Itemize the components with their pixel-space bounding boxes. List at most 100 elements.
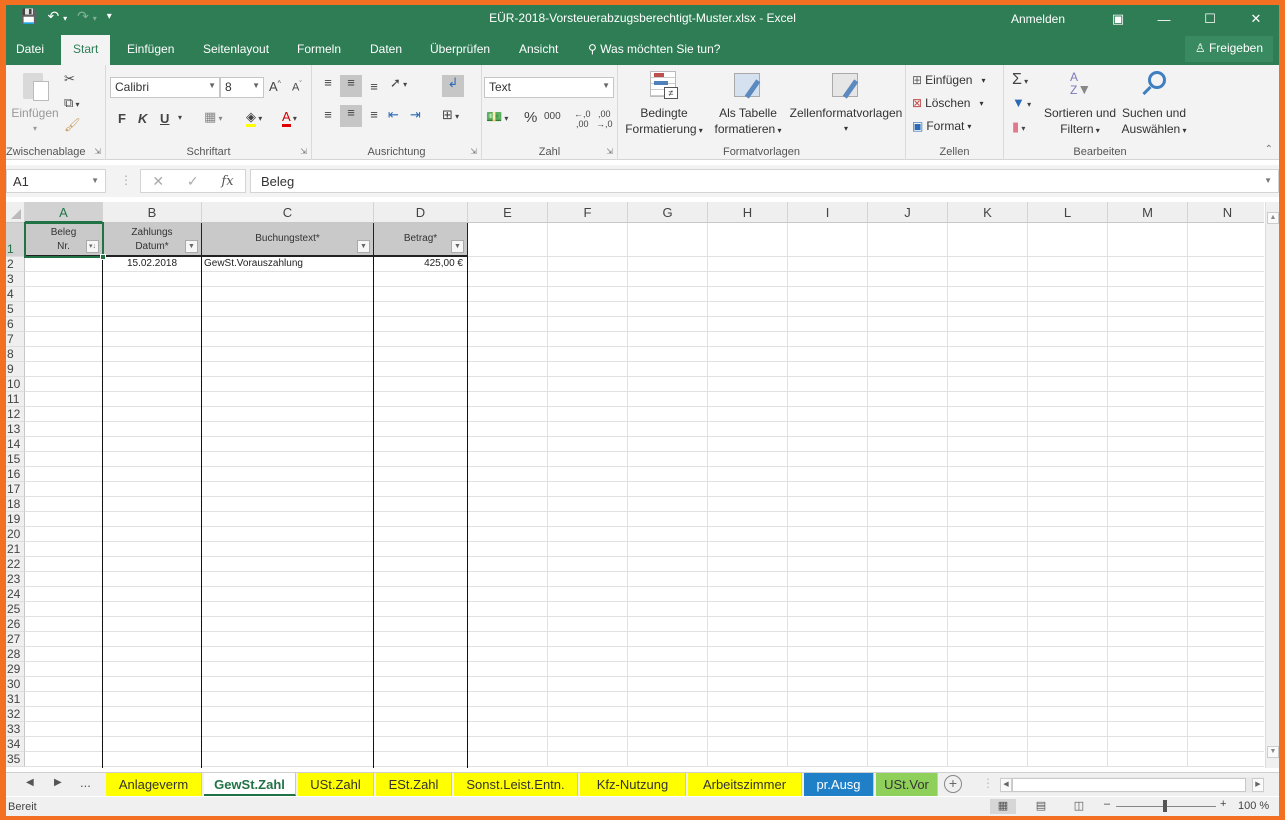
cell-f5[interactable]: [548, 302, 628, 317]
cell-d3[interactable]: [374, 272, 468, 287]
cell-g26[interactable]: [628, 617, 708, 632]
cell-f2[interactable]: [548, 257, 628, 272]
conditional-formatting-button[interactable]: ≠ Bedingte Formatierung ▾: [622, 71, 706, 139]
cell-i33[interactable]: [788, 722, 868, 737]
cell-f22[interactable]: [548, 557, 628, 572]
cell-m7[interactable]: [1108, 332, 1188, 347]
cell-l32[interactable]: [1028, 707, 1108, 722]
next-sheet-icon[interactable]: ▶: [54, 777, 62, 788]
cell-k10[interactable]: [948, 377, 1028, 392]
cell-b19[interactable]: [103, 512, 202, 527]
shrink-font-icon[interactable]: Aˇ: [292, 81, 302, 94]
align-right-icon[interactable]: ≡: [364, 107, 384, 122]
page-break-view-icon[interactable]: ◫: [1066, 799, 1092, 814]
cell-i3[interactable]: [788, 272, 868, 287]
cell-k27[interactable]: [948, 632, 1028, 647]
cell-d17[interactable]: [374, 482, 468, 497]
cell-d6[interactable]: [374, 317, 468, 332]
cell-i7[interactable]: [788, 332, 868, 347]
ribbon-display-options-icon[interactable]: ▣: [1095, 11, 1141, 27]
cell-f19[interactable]: [548, 512, 628, 527]
cut-icon[interactable]: ✂: [64, 71, 75, 87]
tab-ueberpruefen[interactable]: Überprüfen: [430, 42, 490, 56]
row-header-8[interactable]: 8: [6, 347, 25, 362]
cell-e19[interactable]: [468, 512, 548, 527]
minimize-icon[interactable]: —: [1141, 12, 1187, 27]
cell-b8[interactable]: [103, 347, 202, 362]
cell-j26[interactable]: [868, 617, 948, 632]
cell-n27[interactable]: [1188, 632, 1264, 647]
column-header-c[interactable]: C: [202, 202, 374, 223]
cell-k19[interactable]: [948, 512, 1028, 527]
cell-d8[interactable]: [374, 347, 468, 362]
cell-l1[interactable]: [1028, 223, 1108, 257]
cell-g8[interactable]: [628, 347, 708, 362]
prev-sheet-icon[interactable]: ◀: [26, 777, 34, 788]
cell-e27[interactable]: [468, 632, 548, 647]
cell-f33[interactable]: [548, 722, 628, 737]
cell-k13[interactable]: [948, 422, 1028, 437]
cell-n31[interactable]: [1188, 692, 1264, 707]
cell-k34[interactable]: [948, 737, 1028, 752]
cell-e33[interactable]: [468, 722, 548, 737]
cell-j14[interactable]: [868, 437, 948, 452]
cell-a31[interactable]: [25, 692, 103, 707]
cell-a22[interactable]: [25, 557, 103, 572]
cell-a21[interactable]: [25, 542, 103, 557]
cell-n12[interactable]: [1188, 407, 1264, 422]
row-header-26[interactable]: 26: [6, 617, 25, 632]
find-select-button[interactable]: Suchen und Auswählen ▾: [1118, 71, 1190, 139]
cell-h16[interactable]: [708, 467, 788, 482]
cell-k33[interactable]: [948, 722, 1028, 737]
cell-f16[interactable]: [548, 467, 628, 482]
number-format-combo[interactable]: Text ▼: [484, 77, 614, 98]
cell-j30[interactable]: [868, 677, 948, 692]
cell-m11[interactable]: [1108, 392, 1188, 407]
align-center-icon[interactable]: ≡: [340, 105, 362, 127]
cell-f1[interactable]: [548, 223, 628, 257]
cell-h7[interactable]: [708, 332, 788, 347]
cell-c16[interactable]: [202, 467, 374, 482]
clear-icon[interactable]: ▮ ▾: [1012, 119, 1025, 135]
cell-h3[interactable]: [708, 272, 788, 287]
cell-e31[interactable]: [468, 692, 548, 707]
cell-d16[interactable]: [374, 467, 468, 482]
insert-cells-button[interactable]: ⊞ Einfügen ▾: [912, 73, 985, 87]
cell-f6[interactable]: [548, 317, 628, 332]
cell-i9[interactable]: [788, 362, 868, 377]
cell-m12[interactable]: [1108, 407, 1188, 422]
cell-g16[interactable]: [628, 467, 708, 482]
cell-m5[interactable]: [1108, 302, 1188, 317]
zoom-level[interactable]: 100 %: [1238, 800, 1269, 812]
cell-j19[interactable]: [868, 512, 948, 527]
cell-j21[interactable]: [868, 542, 948, 557]
cell-a20[interactable]: [25, 527, 103, 542]
cell-d7[interactable]: [374, 332, 468, 347]
row-header-22[interactable]: 22: [6, 557, 25, 572]
row-header-4[interactable]: 4: [6, 287, 25, 302]
cell-a17[interactable]: [25, 482, 103, 497]
scroll-down-icon[interactable]: ▼: [1267, 746, 1279, 758]
cell-c11[interactable]: [202, 392, 374, 407]
italic-button[interactable]: K: [138, 111, 147, 126]
cell-c23[interactable]: [202, 572, 374, 587]
cell-f18[interactable]: [548, 497, 628, 512]
cell-e35[interactable]: [468, 752, 548, 767]
cell-n22[interactable]: [1188, 557, 1264, 572]
cell-j1[interactable]: [868, 223, 948, 257]
cell-n26[interactable]: [1188, 617, 1264, 632]
cell-g25[interactable]: [628, 602, 708, 617]
cell-b20[interactable]: [103, 527, 202, 542]
cell-b21[interactable]: [103, 542, 202, 557]
cell-k6[interactable]: [948, 317, 1028, 332]
cell-a14[interactable]: [25, 437, 103, 452]
cell-d18[interactable]: [374, 497, 468, 512]
cell-n19[interactable]: [1188, 512, 1264, 527]
cell-e21[interactable]: [468, 542, 548, 557]
cell-h33[interactable]: [708, 722, 788, 737]
zoom-slider-thumb[interactable]: [1163, 800, 1167, 812]
cell-d14[interactable]: [374, 437, 468, 452]
cell-l25[interactable]: [1028, 602, 1108, 617]
table-header-b[interactable]: Zahlungs Datum* ▼: [103, 223, 202, 257]
cell-h30[interactable]: [708, 677, 788, 692]
